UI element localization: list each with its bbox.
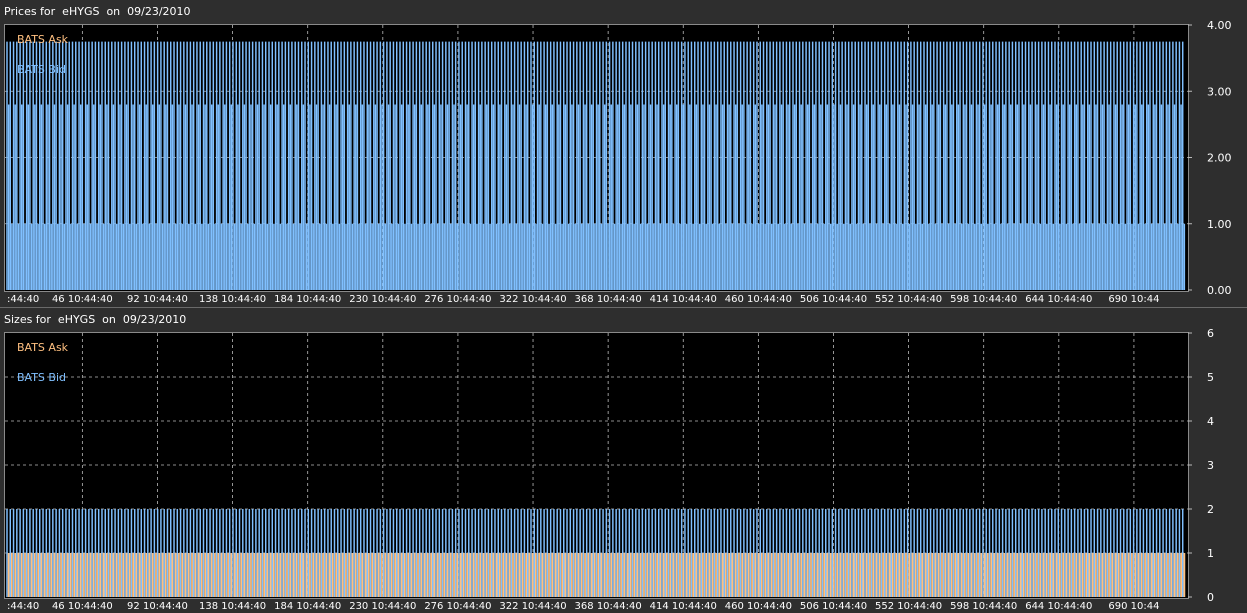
legend-label: BATS Ask [17,341,69,354]
sizes-chart: 6 5 4 3 2 1 0 :44:40 46 10:44:40 92 10:44:40 138 1… [5,327,1214,612]
x-tick-label: 506 10:44:40 [800,601,867,612]
x-tick-label: :44:40 [7,601,39,612]
y-tick-label: 4 [1207,415,1214,428]
y-tick-label: 5 [1207,371,1214,384]
x-tick-label: 322 10:44:40 [499,601,566,612]
x-tick-label: 414 10:44:40 [650,601,717,612]
y-tick-label: 0 [1207,591,1214,604]
x-tick-label: 552 10:44:40 [875,601,942,612]
x-tick-label: 644 10:44:40 [1025,601,1092,612]
x-tick-label: 276 10:44:40 [424,601,491,612]
y-tick-label: 1 [1207,547,1214,560]
x-tick-label: 184 10:44:40 [274,601,341,612]
x-tick-label: 460 10:44:40 [725,601,792,612]
x-tick-label: 598 10:44:40 [950,601,1017,612]
x-tick-label: 690 10:44 [1108,601,1159,612]
y-tick-label: 6 [1207,327,1214,340]
y-tick-label: 3 [1207,459,1214,472]
y-tick-label: 2 [1207,503,1214,516]
x-tick-label: 138 10:44:40 [199,601,266,612]
legend-label: BATS Bid [17,371,66,384]
x-tick-label: 368 10:44:40 [575,601,642,612]
x-tick-label: 92 10:44:40 [127,601,188,612]
x-tick-label: 230 10:44:40 [349,601,416,612]
x-tick-label: 46 10:44:40 [52,601,113,612]
